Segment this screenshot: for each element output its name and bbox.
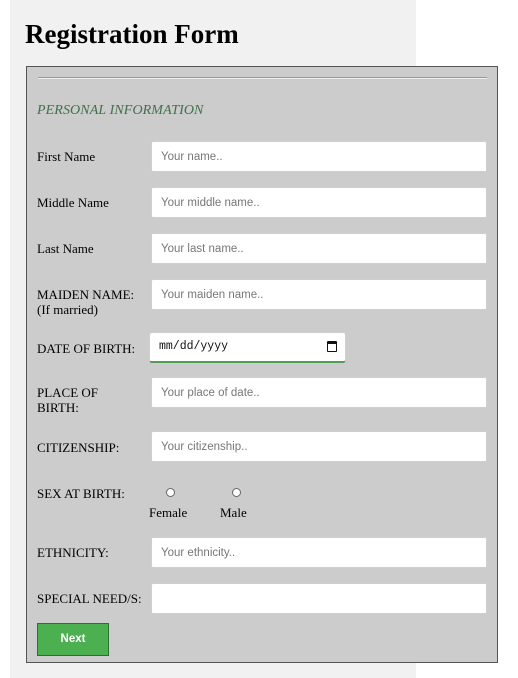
section-heading: PERSONAL INFORMATION (37, 103, 204, 118)
citizenship-label: CITIZENSHIP: (37, 440, 120, 455)
last-name-label: Last Name (37, 241, 94, 256)
special-needs-input[interactable] (151, 583, 487, 614)
calendar-icon[interactable] (327, 341, 337, 352)
sex-at-birth-label: SEX AT BIRTH: (37, 486, 125, 501)
sex-female-radio[interactable] (166, 488, 175, 497)
dob-date-input[interactable]: mm/dd/yyyy (149, 332, 346, 363)
special-needs-label: SPECIAL NEED/S: (37, 591, 142, 606)
sex-male-label: Male (220, 505, 247, 520)
first-name-label: First Name (37, 149, 96, 164)
divider (38, 77, 487, 79)
place-of-birth-label-line1: PLACE OF (37, 385, 99, 400)
place-of-birth-input[interactable] (151, 377, 487, 408)
last-name-input[interactable] (151, 233, 487, 264)
dob-label: DATE OF BIRTH: (37, 341, 136, 356)
middle-name-label: Middle Name (37, 195, 109, 210)
place-of-birth-label-line2: BIRTH: (37, 400, 79, 415)
middle-name-input[interactable] (151, 187, 487, 218)
sex-female-label: Female (149, 505, 188, 520)
page-title: Registration Form (25, 19, 239, 49)
registration-form: PERSONAL INFORMATION First Name Middle N… (26, 66, 498, 663)
ethnicity-label: ETHNICITY: (37, 545, 109, 560)
place-of-birth-label: PLACE OF BIRTH: (37, 385, 147, 415)
dob-date-placeholder: mm/dd/yyyy (159, 340, 229, 353)
maiden-name-label-text: MAIDEN NAME: (37, 287, 135, 302)
citizenship-input[interactable] (151, 431, 487, 462)
ethnicity-input[interactable] (151, 537, 487, 568)
next-button[interactable]: Next (37, 623, 109, 656)
sex-male-radio[interactable] (232, 488, 241, 497)
first-name-input[interactable] (151, 141, 487, 172)
maiden-name-note: (If married) (37, 302, 98, 317)
maiden-name-label: MAIDEN NAME: (If married) (37, 287, 147, 317)
maiden-name-input[interactable] (151, 279, 487, 310)
